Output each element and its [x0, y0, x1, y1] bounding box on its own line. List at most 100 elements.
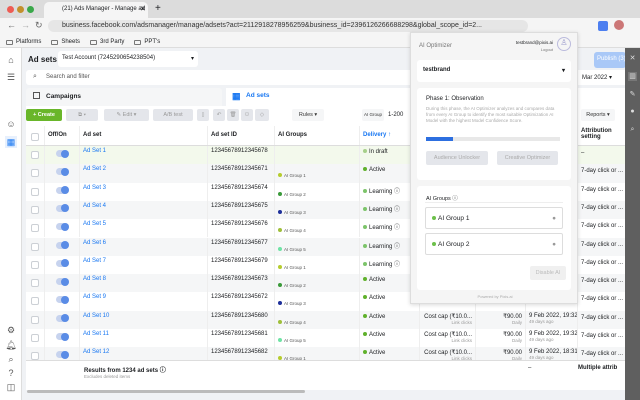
table-row[interactable]: Ad Set 11 12345678912345681 AI Group 5 A… — [26, 329, 626, 348]
smiley-icon[interactable]: ☺ — [5, 118, 17, 130]
row-checkbox[interactable] — [31, 334, 39, 342]
audience-unlocker-button[interactable]: Audience Unlocker — [426, 151, 488, 165]
ad-set-name-link[interactable]: Ad Set 1 — [80, 146, 208, 165]
ai-group-button[interactable]: AI Group — [362, 109, 384, 121]
on-off-toggle[interactable] — [55, 149, 69, 158]
ad-set-name-link[interactable]: Ad Set 8 — [80, 274, 208, 293]
horizontal-scrollbar[interactable] — [27, 390, 305, 393]
ai-groups-list[interactable]: AI Group 1 ● AI Group 2 ● — [425, 202, 563, 258]
row-checkbox[interactable] — [31, 224, 39, 233]
bookmark-ppts[interactable]: PPT's — [134, 37, 160, 47]
reload-icon[interactable]: ↻ — [35, 20, 43, 31]
undo-icon[interactable]: ↶ — [213, 109, 225, 121]
on-off-toggle[interactable] — [55, 295, 69, 304]
tab-campaigns[interactable]: Campaigns — [26, 88, 222, 106]
minimize-window-button[interactable] — [17, 6, 24, 13]
logout-link[interactable]: Logout — [503, 47, 553, 52]
menu-icon[interactable]: ☰ — [5, 71, 17, 83]
col-attribution[interactable]: Attribution setting — [578, 126, 626, 145]
row-checkbox[interactable] — [31, 242, 39, 251]
col-ai-groups[interactable]: AI Groups — [275, 126, 360, 145]
ad-set-name-link[interactable]: Ad Set 4 — [80, 200, 208, 220]
table-icon[interactable]: ▦ — [5, 136, 17, 148]
on-off-toggle[interactable] — [55, 204, 69, 213]
col-ad-set-id[interactable]: Ad set ID — [208, 126, 275, 145]
zoom-icon[interactable]: ⌕ — [628, 126, 637, 135]
ai-group-item[interactable]: AI Group 1 ● — [425, 207, 563, 229]
on-off-toggle[interactable] — [55, 350, 69, 359]
user-avatar-icon[interactable]: ♙ — [557, 37, 571, 51]
notifications-icon[interactable]: 🔔︎ — [5, 339, 17, 351]
row-checkbox[interactable] — [31, 315, 39, 324]
pencil-icon[interactable]: ✎ — [628, 90, 637, 99]
row-checkbox[interactable] — [31, 187, 39, 196]
bookmark-3rd-party[interactable]: 3rd Party — [90, 37, 124, 47]
date-range-picker[interactable]: Mar 2022 ▾ — [582, 70, 626, 85]
settings-icon[interactable]: ⚙ — [5, 324, 17, 336]
info-icon[interactable]: ● — [552, 215, 556, 222]
on-off-toggle[interactable] — [55, 167, 69, 176]
duplicate-button[interactable]: ⧉ ▾ — [66, 109, 98, 121]
select-all-checkbox[interactable] — [31, 133, 39, 141]
panel-icon[interactable]: ◫ — [5, 381, 17, 393]
url-input[interactable]: business.facebook.com/adsmanager/manage/… — [48, 20, 528, 32]
info-icon[interactable]: ● — [552, 241, 556, 248]
ad-set-name-link[interactable]: Ad Set 9 — [80, 292, 208, 311]
clipboard-icon[interactable]: ▯ — [197, 109, 209, 121]
create-button[interactable]: + Create — [26, 109, 62, 121]
close-window-button[interactable] — [7, 6, 14, 13]
bookmark-sheets[interactable]: Sheets — [51, 37, 80, 47]
ab-test-button[interactable]: A/B test — [153, 109, 193, 121]
on-off-toggle[interactable] — [55, 186, 69, 195]
ai-group-item[interactable]: AI Group 2 ● — [425, 233, 563, 255]
table-row[interactable]: Ad Set 10 12345678912345680 AI Group 4 A… — [26, 310, 626, 329]
row-checkbox[interactable] — [31, 205, 39, 214]
forward-icon[interactable]: → — [21, 20, 30, 30]
edit-button[interactable]: ✎ Edit ▾ — [104, 109, 149, 121]
reports-button[interactable]: Reports ▾ — [581, 109, 615, 121]
delete-icon[interactable]: 🗑︎ — [227, 109, 239, 121]
tag-icon[interactable]: ◇ — [255, 109, 269, 121]
close-icon[interactable]: ✕ — [628, 54, 637, 63]
brand-selector[interactable]: testbrand ▾ — [417, 60, 571, 82]
on-off-toggle[interactable] — [55, 277, 69, 286]
row-checkbox[interactable] — [31, 260, 39, 269]
ad-set-name-link[interactable]: Ad Set 3 — [80, 182, 208, 201]
row-checkbox[interactable] — [31, 151, 39, 159]
on-off-toggle[interactable] — [55, 222, 69, 231]
extension-icon[interactable] — [598, 21, 608, 31]
ad-set-name-link[interactable]: Ad Set 5 — [80, 219, 208, 238]
browser-tab[interactable]: (21) Ads Manager - Manage ad — [44, 2, 148, 18]
disable-ai-button[interactable]: Disable AI — [530, 266, 566, 280]
ad-set-name-link[interactable]: Ad Set 11 — [80, 329, 208, 348]
maximize-window-button[interactable] — [27, 6, 34, 13]
ad-set-name-link[interactable]: Ad Set 2 — [80, 164, 208, 183]
clock-icon[interactable]: ● — [628, 108, 637, 117]
profile-avatar[interactable] — [614, 20, 624, 30]
row-checkbox[interactable] — [31, 169, 39, 178]
help-icon[interactable]: ? — [5, 367, 17, 379]
publish-button[interactable]: Publish (3) — [594, 52, 626, 68]
on-off-toggle[interactable] — [55, 241, 69, 249]
home-icon[interactable]: ⌂ — [5, 54, 17, 66]
ad-set-name-link[interactable]: Ad Set 6 — [80, 237, 208, 256]
rules-button[interactable]: Rules ▾ — [292, 109, 324, 121]
back-icon[interactable]: ← — [7, 20, 16, 30]
on-off-toggle[interactable] — [55, 332, 69, 341]
account-selector[interactable]: Test Account (7245290654238504) ▾ — [58, 51, 198, 67]
creative-optimizer-button[interactable]: Creative Optimizer — [497, 151, 558, 165]
col-ad-set[interactable]: Ad set — [80, 126, 208, 145]
row-checkbox[interactable] — [31, 279, 39, 288]
search-icon[interactable]: ⌕ — [5, 353, 17, 365]
ad-set-name-link[interactable]: Ad Set 7 — [80, 255, 208, 275]
new-tab-icon[interactable]: + — [155, 3, 161, 14]
people-icon[interactable]: ⚇ — [241, 109, 253, 121]
chart-icon[interactable]: ▥ — [628, 72, 637, 81]
on-off-toggle[interactable] — [55, 259, 69, 268]
delivery-status: Active — [369, 332, 386, 338]
bookmark-platforms[interactable]: Platforms — [6, 37, 41, 47]
row-checkbox[interactable] — [31, 297, 39, 306]
ad-set-name-link[interactable]: Ad Set 10 — [80, 310, 208, 329]
close-tab-icon[interactable]: ✕ — [140, 5, 146, 13]
on-off-toggle[interactable] — [55, 314, 69, 323]
